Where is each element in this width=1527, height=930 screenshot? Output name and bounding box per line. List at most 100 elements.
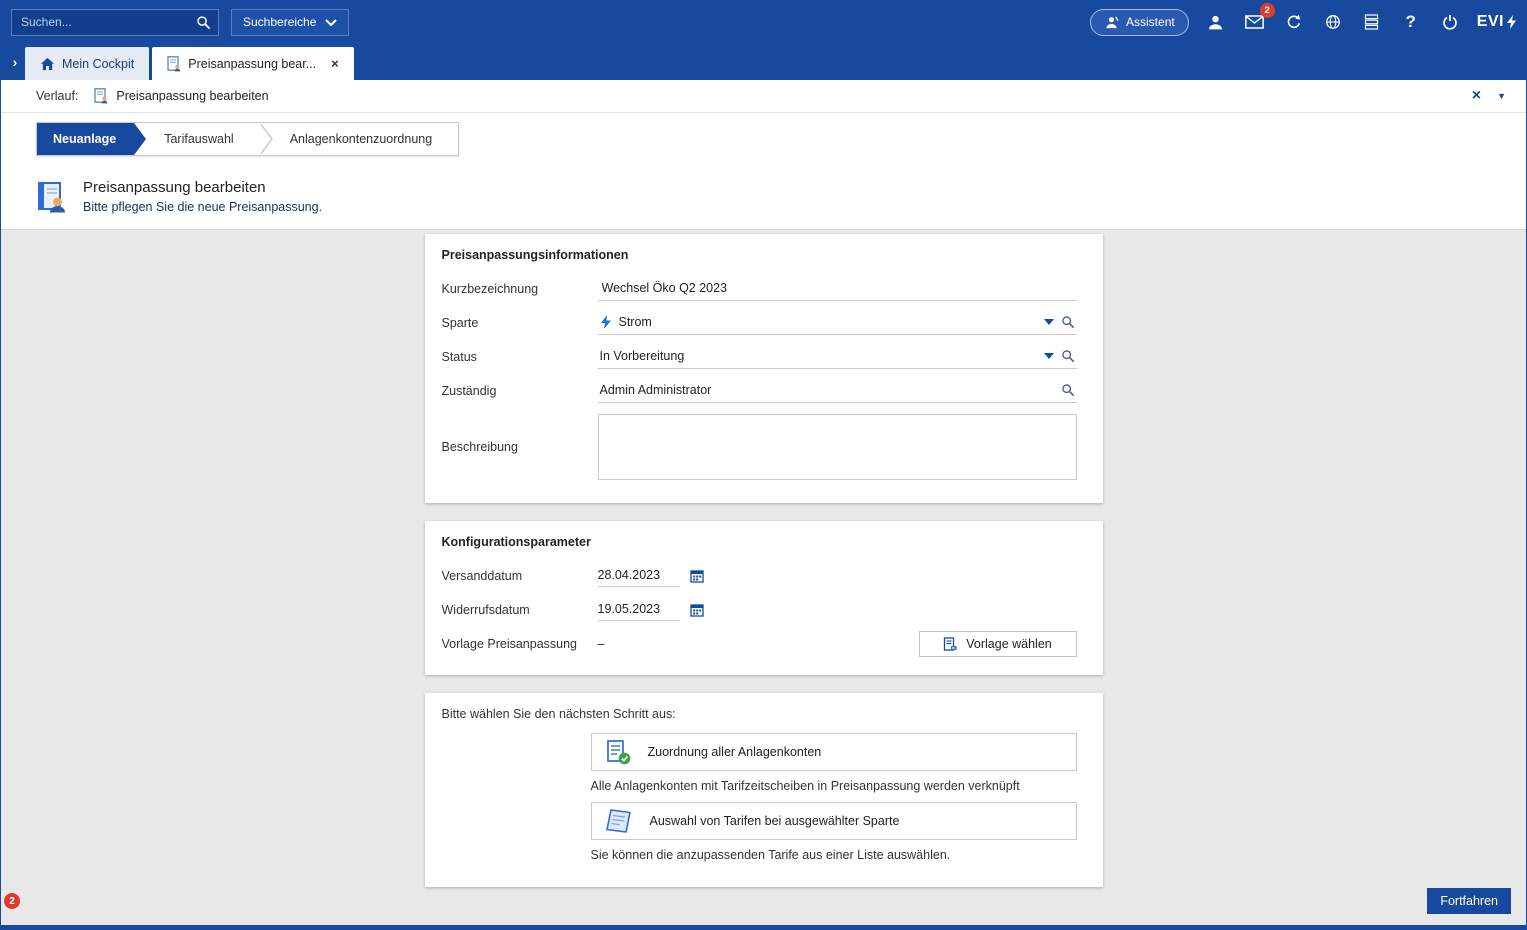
lightning-icon [600,315,612,329]
topbar: Suchbereiche Assistent 2 [1,1,1526,43]
close-icon[interactable]: × [1472,87,1481,105]
zuordnung-anlagenkonten-button[interactable]: Zuordnung aller Anlagenkonten [591,733,1077,771]
tab-label: Preisanpassung bear... [188,57,316,71]
evi-logo-icon [1507,15,1516,29]
tab-mein-cockpit[interactable]: Mein Cockpit [25,47,149,80]
option-label: Auswahl von Tarifen bei ausgewählter Spa… [650,814,900,828]
page-header: Preisanpassung bearbeiten Bitte pflegen … [1,166,1526,229]
search-areas-dropdown[interactable]: Suchbereiche [231,9,349,36]
topbar-actions: Assistent 2 ? [1090,9,1516,36]
lookup-icon[interactable] [1061,383,1075,397]
field-sparte: Sparte Strom [442,309,1077,336]
field-label: Status [442,350,598,364]
vorlage-button-label: Vorlage wählen [966,637,1051,651]
history-item-label: Preisanpassung bearbeiten [116,89,268,103]
tab-bar: › Mein Cockpit Preisanpassung bear... × [1,43,1526,80]
page-header-text: Preisanpassung bearbeiten Bitte pflegen … [83,179,322,214]
user-icon[interactable] [1204,10,1228,34]
vorlage-value: – [598,637,605,651]
preisanpassung-icon [36,181,66,213]
assistant-icon [1104,15,1119,30]
global-search[interactable] [11,9,219,36]
lookup-icon[interactable] [1061,315,1075,329]
auswahl-tarife-button[interactable]: Auswahl von Tarifen bei ausgewählter Spa… [591,802,1077,840]
document-person-icon [167,56,181,72]
zustaendig-field[interactable]: Admin Administrator [598,378,1077,403]
mail-badge: 2 [1260,3,1275,18]
card-title: Preisanpassungsinformationen [442,248,1077,262]
field-status: Status In Vorbereitung [442,343,1077,370]
tab-close-icon[interactable]: × [331,56,339,71]
calendar-icon[interactable] [690,603,704,617]
field-widerrufsdatum: Widerrufsdatum 19.05.2023 [442,596,1077,623]
expand-tabs-chevron-icon[interactable]: › [5,54,25,70]
content-area: Preisanpassungsinformationen Kurzbezeich… [1,229,1526,925]
wizard-step-anlagenkontenzuordnung[interactable]: Anlagenkontenzuordnung [260,123,458,155]
assistant-label: Assistent [1126,15,1175,29]
refresh-icon[interactable] [1282,10,1306,34]
field-label: Zuständig [442,384,598,398]
search-areas-label: Suchbereiche [243,15,316,29]
dropdown-caret-icon[interactable] [1044,353,1054,359]
help-icon[interactable]: ? [1399,10,1423,34]
field-zustaendig: Zuständig Admin Administrator [442,377,1077,404]
versanddatum-input[interactable]: 28.04.2023 [598,564,680,587]
option-label: Zuordnung aller Anlagenkonten [648,745,822,759]
field-vorlage-preisanpassung: Vorlage Preisanpassung – Vorlage wählen [442,630,1077,657]
field-label: Versanddatum [442,569,598,583]
field-label: Kurzbezeichnung [442,282,598,296]
chevron-down-icon[interactable]: ▼ [1497,91,1506,101]
search-input[interactable] [19,14,196,30]
option-description: Sie können die anzupassenden Tarife aus … [591,848,1077,862]
home-icon [40,57,55,71]
account-assignment-icon [605,739,631,765]
status-value: In Vorbereitung [600,349,685,363]
field-label: Sparte [442,316,598,330]
field-label: Vorlage Preisanpassung [442,637,598,651]
sparte-select[interactable]: Strom [598,310,1077,335]
field-kurzbezeichnung: Kurzbezeichnung [442,275,1077,302]
wizard-step-neuanlage[interactable]: Neuanlage [37,123,134,155]
card-konfigurationsparameter: Konfigurationsparameter Versanddatum 28.… [425,521,1103,675]
globe-icon[interactable] [1321,10,1345,34]
next-step-prompt: Bitte wählen Sie den nächsten Schritt au… [442,707,1077,721]
power-icon[interactable] [1438,10,1462,34]
sparte-value: Strom [619,315,652,329]
vorlage-waehlen-button[interactable]: Vorlage wählen [919,631,1077,657]
page-title: Preisanpassung bearbeiten [83,179,322,196]
beschreibung-textarea[interactable] [598,414,1077,480]
database-icon[interactable] [1360,10,1384,34]
dropdown-caret-icon[interactable] [1044,319,1054,325]
fortfahren-button[interactable]: Fortfahren [1427,888,1511,914]
card-naechster-schritt: Bitte wählen Sie den nächsten Schritt au… [425,693,1103,887]
assistant-button[interactable]: Assistent [1090,9,1189,36]
lookup-icon[interactable] [1061,349,1075,363]
field-label: Beschreibung [442,440,598,454]
history-label: Verlauf: [36,89,78,103]
field-beschreibung: Beschreibung [442,414,1077,480]
evi-logo: EVI [1477,13,1516,31]
calendar-icon[interactable] [690,569,704,583]
page-subtitle: Bitte pflegen Sie die neue Preisanpassun… [83,200,322,214]
document-person-icon [94,88,108,104]
search-icon[interactable] [196,15,211,30]
wizard-row: Neuanlage Tarifauswahl Anlagenkontenzuor… [1,113,1526,166]
tab-label: Mein Cockpit [62,57,134,71]
status-select[interactable]: In Vorbereitung [598,344,1077,369]
mail-icon[interactable]: 2 [1243,10,1267,34]
template-document-icon [943,637,957,651]
wizard-step-tarifauswahl[interactable]: Tarifauswahl [134,123,259,155]
tariff-note-icon [605,808,633,834]
option-description: Alle Anlagenkonten mit Tarifzeitscheiben… [591,779,1077,793]
history-row: Verlauf: Preisanpassung bearbeiten × ▼ [1,80,1526,113]
history-item[interactable]: Preisanpassung bearbeiten [94,88,268,104]
field-versanddatum: Versanddatum 28.04.2023 [442,562,1077,589]
field-label: Widerrufsdatum [442,603,598,617]
chevron-down-icon [325,19,337,26]
kurzbezeichnung-input[interactable] [600,280,1075,296]
tab-preisanpassung[interactable]: Preisanpassung bear... × [152,47,353,80]
widerrufsdatum-input[interactable]: 19.05.2023 [598,598,680,621]
wizard-steps: Neuanlage Tarifauswahl Anlagenkontenzuor… [36,122,459,156]
history-actions: × ▼ [1472,87,1506,105]
notification-badge[interactable]: 2 [4,893,20,909]
